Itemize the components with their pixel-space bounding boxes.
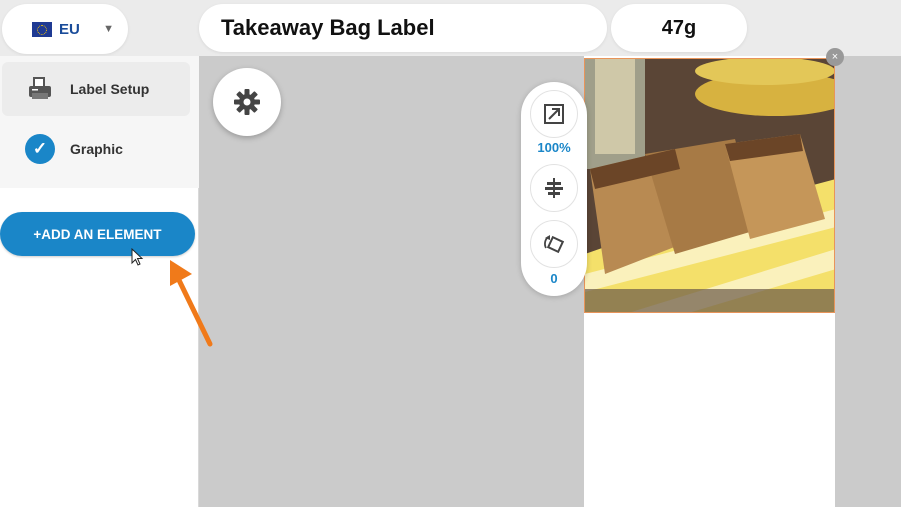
rotate-button[interactable] xyxy=(530,220,578,268)
image-toolbar: 100% 0 xyxy=(521,82,587,296)
sidebar-item-label-setup[interactable]: Label Setup xyxy=(2,62,190,116)
top-bar: EU ▼ Takeaway Bag Label 47g xyxy=(0,0,901,56)
sidebar-item-graphic[interactable]: ✓ Graphic xyxy=(2,122,190,176)
sidebar: Label Setup ✓ Graphic +ADD AN ELEMENT xyxy=(0,56,213,507)
add-element-button[interactable]: +ADD AN ELEMENT xyxy=(0,212,195,256)
resize-button[interactable] xyxy=(530,90,578,138)
resize-icon xyxy=(544,104,564,124)
align-center-icon xyxy=(545,178,563,198)
printer-icon xyxy=(25,74,55,104)
settings-button[interactable] xyxy=(213,68,281,136)
chevron-down-icon: ▼ xyxy=(103,23,114,35)
sidebar-item-label: Label Setup xyxy=(70,81,150,97)
label-title[interactable]: Takeaway Bag Label xyxy=(199,4,607,52)
check-icon: ✓ xyxy=(25,134,55,164)
cursor-icon xyxy=(131,248,144,266)
arrow-annotation-icon xyxy=(170,260,213,347)
rotate-icon xyxy=(544,235,565,254)
rotation-value: 0 xyxy=(550,271,558,286)
region-selector[interactable]: EU ▼ xyxy=(2,4,128,54)
close-icon[interactable]: × xyxy=(826,48,844,66)
region-code: EU xyxy=(59,20,80,38)
scale-value: 100% xyxy=(537,140,571,155)
align-center-button[interactable] xyxy=(530,164,578,212)
weight-display: 47g xyxy=(611,4,747,52)
gear-icon xyxy=(234,89,260,115)
sidebar-item-label: Graphic xyxy=(70,141,123,157)
graphic-image[interactable] xyxy=(584,58,835,313)
eu-flag-icon xyxy=(32,21,52,37)
